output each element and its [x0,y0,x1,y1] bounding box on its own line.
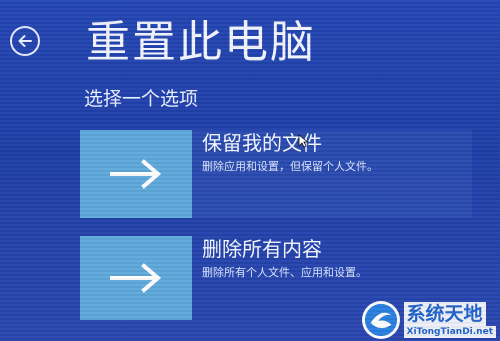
watermark-name: 系统天地 [403,302,486,326]
mouse-cursor-icon [298,134,308,148]
option-text: 删除所有内容 删除所有个人文件、应用和设置。 [202,236,367,320]
arrow-right-icon [110,159,162,189]
watermark-text: 系统天地 XiTongTianDi.net [403,302,496,338]
back-button[interactable] [10,26,40,56]
option-keep-my-files[interactable]: 保留我的文件 删除应用和设置，但保留个人文件。 [80,130,472,218]
page-subtitle: 选择一个选项 [84,88,199,110]
watermark-logo-icon [361,301,400,339]
watermark: 系统天地 XiTongTianDi.net [361,301,496,339]
option-text: 保留我的文件 删除应用和设置，但保留个人文件。 [202,130,378,218]
option-tile[interactable] [80,236,192,320]
option-tile[interactable] [80,130,192,218]
watermark-url: XiTongTianDi.net [403,326,496,338]
option-heading: 保留我的文件 [202,131,322,155]
arrow-right-icon [110,263,162,293]
option-heading: 删除所有内容 [202,237,322,261]
back-arrow-icon [18,35,32,47]
reset-pc-screen: 重置此电脑 选择一个选项 保留我的文件 删除应用和设置，但保留个人文件。 删除所… [0,0,500,341]
page-title: 重置此电脑 [86,17,316,68]
option-remove-everything[interactable]: 删除所有内容 删除所有个人文件、应用和设置。 [80,236,367,320]
option-description: 删除所有个人文件、应用和设置。 [202,266,367,279]
option-description: 删除应用和设置，但保留个人文件。 [202,160,378,173]
